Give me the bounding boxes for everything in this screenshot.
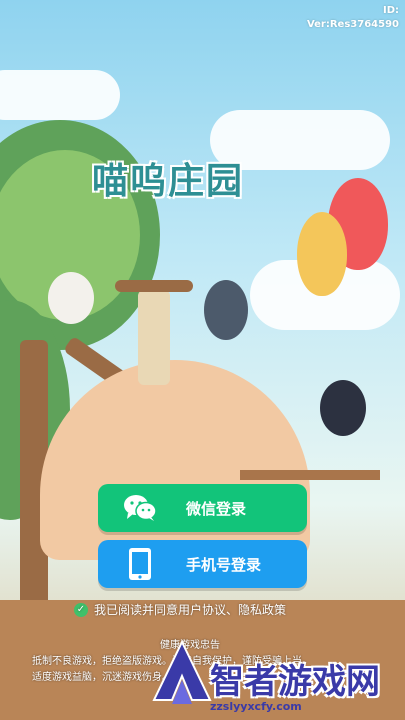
agreement-row[interactable]: ✓ 我已阅读并同意用户协议、隐私政策: [74, 601, 286, 618]
wechat-login-label: 微信登录: [186, 499, 247, 518]
build-version: Ver:Res3764590: [306, 19, 399, 30]
scratching-post: [138, 290, 170, 385]
cat-character: [48, 272, 94, 324]
cat-character: [320, 380, 366, 436]
cloud: [0, 70, 120, 120]
watermark-brand: 智者游戏网: [210, 662, 380, 702]
game-logo: 喵呜庄园: [92, 160, 245, 202]
balloon-yellow: [297, 212, 347, 296]
deck-rail: [240, 470, 380, 480]
version-info: ID: Ver:Res3764590: [307, 4, 399, 32]
phone-login-button[interactable]: 手机号登录: [98, 540, 307, 588]
cat-character: [204, 280, 248, 340]
watermark-url: zzslyyxcfy.com: [210, 700, 302, 713]
wechat-login-button[interactable]: 微信登录: [98, 484, 307, 532]
watermark-logo-icon: [152, 640, 212, 704]
agreement-text[interactable]: 我已阅读并同意用户协议、隐私政策: [94, 601, 286, 618]
scratching-post-top: [115, 280, 193, 292]
check-icon[interactable]: ✓: [74, 602, 88, 617]
phone-icon: [118, 540, 162, 588]
phone-login-label: 手机号登录: [186, 555, 262, 574]
id-label: ID:: [382, 5, 399, 16]
wechat-icon: [118, 484, 162, 532]
